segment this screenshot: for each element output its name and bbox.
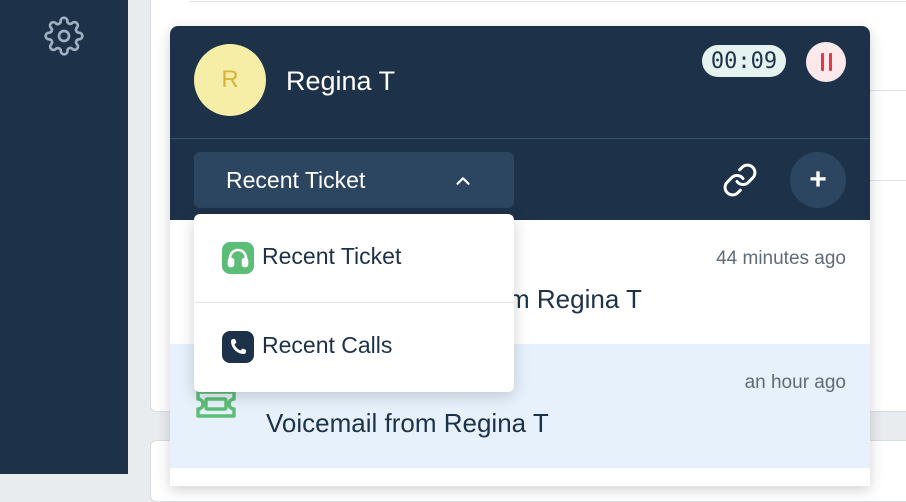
background-divider (870, 90, 906, 91)
chevron-up-icon (452, 170, 474, 192)
add-button[interactable]: + (790, 152, 846, 208)
item-time: 44 minutes ago (716, 248, 846, 269)
phone-icon (222, 331, 254, 363)
pause-icon (820, 53, 824, 71)
background-divider (190, 1, 906, 2)
menu-item-recent-ticket[interactable]: Recent Ticket (194, 214, 514, 303)
caller-name: Regina T (286, 66, 396, 96)
item-time: an hour ago (744, 372, 846, 393)
avatar: R (194, 44, 266, 116)
item-title: m Regina T (508, 284, 642, 314)
menu-item-label: Recent Calls (262, 332, 393, 358)
header-divider (170, 138, 870, 139)
call-timer: 00:09 (702, 45, 786, 77)
background-divider (870, 180, 906, 181)
recent-dropdown-toggle[interactable]: Recent Ticket (194, 152, 514, 208)
dropdown-selected-label: Recent Ticket (226, 167, 366, 193)
menu-item-recent-calls[interactable]: Recent Calls (194, 303, 514, 391)
gear-icon[interactable] (44, 16, 84, 56)
pause-button[interactable] (806, 42, 846, 82)
item-title: Voicemail from Regina T (266, 408, 549, 438)
menu-item-label: Recent Ticket (262, 243, 402, 269)
call-header: R Regina T 00:09 Recent Ticket + (170, 26, 870, 220)
headset-icon (222, 242, 254, 274)
link-icon[interactable] (722, 162, 762, 202)
dropdown-menu: Recent Ticket Recent Calls (194, 214, 514, 392)
sidebar (0, 0, 128, 474)
